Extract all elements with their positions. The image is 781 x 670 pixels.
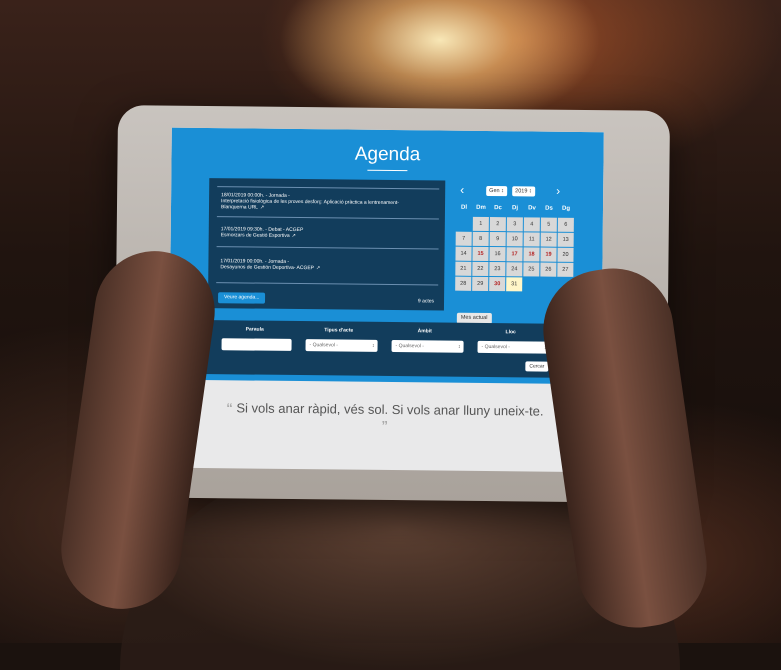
- events-count: 9 actes: [417, 298, 435, 305]
- chevron-right-icon[interactable]: ›: [556, 184, 560, 198]
- select-caret-icon: ↕: [458, 343, 461, 350]
- calendar-day[interactable]: 13: [557, 232, 574, 247]
- weekday-header: Dj: [511, 205, 519, 212]
- calendar-empty-cell: [540, 278, 556, 292]
- calendar-day[interactable]: 23: [489, 262, 506, 277]
- calendar-day[interactable]: 27: [557, 262, 574, 277]
- weekday-header: Dv: [528, 205, 536, 212]
- month-select[interactable]: Gen ↕: [486, 185, 507, 197]
- weekday-header: Ds: [545, 205, 553, 212]
- calendar-day[interactable]: 17: [506, 247, 523, 262]
- calendar-empty-cell: [523, 277, 539, 291]
- quote-block: “ Si vols anar ràpid, vés sol. Si vols a…: [169, 400, 601, 437]
- external-link-icon[interactable]: ↗: [260, 205, 264, 211]
- title-underline: [367, 169, 408, 172]
- tablet-screen: Agenda 18/01/2019 00:00h. - Jornada - In…: [168, 127, 604, 473]
- event-item[interactable]: 18/01/2019 00:00h. - Jornada - Interpret…: [221, 192, 439, 212]
- calendar-day[interactable]: 19: [540, 247, 557, 262]
- paraula-input[interactable]: [221, 338, 292, 351]
- calendar-empty-cell: [456, 217, 472, 231]
- weekday-header: Dm: [476, 204, 486, 211]
- close-quote-icon: ”: [381, 417, 389, 433]
- calendar-day[interactable]: 9: [489, 232, 506, 247]
- select-caret-icon: ↕: [372, 342, 375, 349]
- calendar-day[interactable]: 25: [523, 262, 540, 277]
- lloc-label: Lloc: [505, 329, 516, 336]
- events-panel: 18/01/2019 00:00h. - Jornada - Interpret…: [207, 178, 446, 311]
- filter-panel: Paraula Tipus d'acte - Qualsevol - ↕ Àmbi…: [191, 319, 582, 378]
- event-separator: [217, 186, 440, 190]
- calendar-day[interactable]: 11: [523, 232, 540, 247]
- calendar-day[interactable]: 21: [455, 261, 472, 276]
- tipus-label: Tipus d'acte: [324, 327, 354, 334]
- calendar-day[interactable]: 14: [455, 246, 472, 261]
- ambit-label: Àmbit: [417, 328, 432, 335]
- calendar-day[interactable]: 30: [489, 277, 506, 292]
- calendar-day[interactable]: 6: [557, 217, 574, 232]
- calendar-day[interactable]: 20: [557, 247, 574, 262]
- weekday-header: Dc: [494, 205, 502, 212]
- calendar-widget: ‹ Gen ↕ 2019 ↕ › Dl Dm Dc Dj Dv Ds Dg 1 2 3 4 5 6 7 8 9…: [455, 183, 576, 325]
- open-quote-icon: “: [226, 400, 233, 416]
- event-separator: [216, 246, 439, 250]
- event-item[interactable]: 17/01/2019 00:00h. - Jornada - Desayunos…: [220, 258, 438, 272]
- calendar-day[interactable]: 7: [455, 231, 472, 246]
- weekday-header: Dl: [460, 204, 468, 211]
- external-link-icon[interactable]: ↗: [316, 265, 320, 271]
- veure-agenda-button[interactable]: Veure agenda...: [217, 292, 266, 304]
- calendar-day[interactable]: 15: [472, 246, 489, 262]
- event-separator: [216, 216, 439, 220]
- ambit-select[interactable]: - Qualsevol - ↕: [391, 339, 464, 353]
- event-title: Esmorzars de Gestió Esportiva: [220, 232, 290, 239]
- external-link-icon[interactable]: ↗: [292, 233, 296, 239]
- event-item[interactable]: 17/01/2019 09:30h. - Debat - ACGEP Esmor…: [221, 226, 439, 240]
- event-org: Blanquerna URL: [220, 204, 259, 211]
- calendar-day[interactable]: 28: [455, 276, 472, 291]
- calendar-day[interactable]: 10: [506, 232, 523, 247]
- calendar-day[interactable]: 31: [506, 277, 523, 292]
- weekday-header: Dg: [561, 205, 571, 212]
- tipus-select[interactable]: - Qualsevol - ↕: [305, 339, 378, 352]
- calendar-day[interactable]: 4: [523, 217, 540, 232]
- event-separator: [216, 282, 439, 286]
- calendar-day[interactable]: 16: [489, 247, 506, 262]
- year-select[interactable]: 2019 ↕: [512, 186, 535, 197]
- calendar-day[interactable]: 3: [506, 217, 523, 232]
- calendar-day[interactable]: 18: [523, 247, 540, 262]
- calendar-day[interactable]: 5: [540, 217, 557, 232]
- calendar-day[interactable]: 8: [472, 231, 489, 247]
- calendar-day[interactable]: 1: [472, 216, 489, 232]
- calendar-day[interactable]: 22: [472, 261, 489, 277]
- calendar-day[interactable]: 12: [540, 232, 557, 247]
- lloc-select[interactable]: - Qualsevol -↕: [477, 340, 550, 354]
- agenda-title: Agenda: [354, 143, 421, 166]
- calendar-day[interactable]: 2: [489, 217, 506, 232]
- calendar-day[interactable]: 29: [472, 276, 489, 292]
- chevron-left-icon[interactable]: ‹: [460, 183, 464, 197]
- paraula-label: Paraula: [245, 326, 264, 333]
- agenda-section: Agenda 18/01/2019 00:00h. - Jornada - In…: [169, 127, 604, 385]
- cercar-button[interactable]: Cercar: [525, 361, 549, 372]
- calendar-day[interactable]: 24: [506, 262, 523, 277]
- event-title: Desayunos de Gestión Deportiva- ACGEP: [220, 264, 315, 272]
- quote-text: Si vols anar ràpid, vés sol. Si vols ana…: [236, 400, 544, 419]
- calendar-day[interactable]: 26: [540, 262, 557, 277]
